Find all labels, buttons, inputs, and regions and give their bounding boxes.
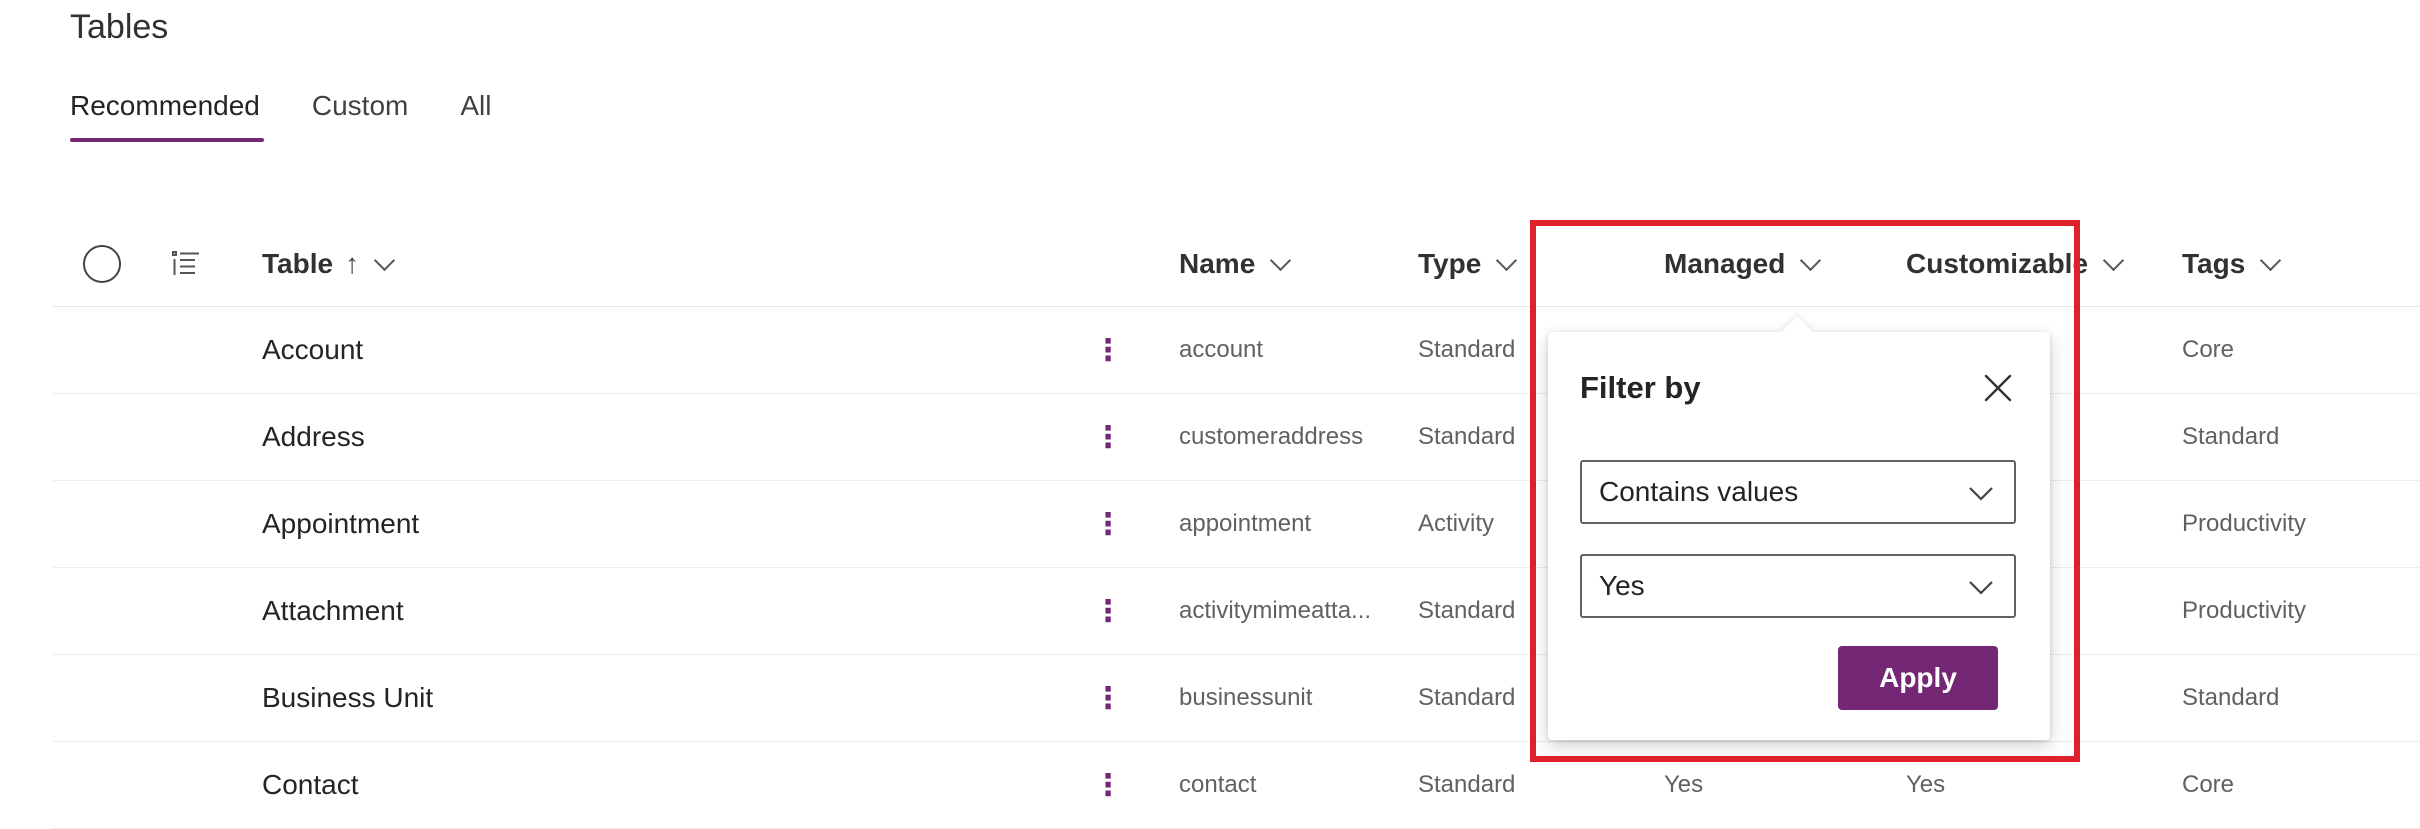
more-options-icon[interactable]: ⋮ [1093, 307, 1123, 393]
select-all-circle-icon [83, 245, 121, 283]
column-header-customizable-label: Customizable [1906, 248, 2089, 279]
column-header-table[interactable]: Table ↑ [262, 222, 396, 306]
column-header-tags[interactable]: Tags [2182, 222, 2282, 306]
column-header-managed[interactable]: Managed [1664, 222, 1822, 306]
tab-custom[interactable]: Custom [312, 90, 408, 142]
column-header-managed-label: Managed [1664, 248, 1786, 279]
table-row[interactable]: Account ⋮ account Standard Core [53, 307, 2420, 394]
table-type: Activity [1418, 510, 1495, 537]
chevron-down-icon [373, 249, 396, 271]
more-options-icon[interactable]: ⋮ [1093, 394, 1123, 480]
table-row[interactable]: Attachment ⋮ activitymimeatta... Standar… [53, 568, 2420, 655]
table-logical-name: account [1179, 336, 1264, 363]
more-options-icon[interactable]: ⋮ [1093, 481, 1123, 567]
more-options-icon[interactable]: ⋮ [1093, 742, 1123, 828]
filter-value-selected: Yes [1599, 570, 1645, 601]
table-display-name[interactable]: Business Unit [262, 655, 433, 741]
table-row[interactable]: Address ⋮ customeraddress Standard Stand… [53, 394, 2420, 481]
table-type: Standard [1418, 336, 1516, 363]
chevron-down-icon [1800, 249, 1822, 271]
chevron-down-icon [1270, 249, 1292, 271]
table-row[interactable]: Business Unit ⋮ businessunit Standard St… [53, 655, 2420, 742]
column-header-type-label: Type [1418, 248, 1482, 279]
table-tags: Standard [2182, 423, 2280, 450]
close-icon[interactable] [1980, 370, 2016, 406]
grid-header: Table ↑ Name Type Managed Customizable T… [53, 222, 2420, 307]
column-header-tags-label: Tags [2182, 248, 2246, 279]
table-display-name[interactable]: Address [262, 394, 365, 480]
column-header-customizable[interactable]: Customizable [1906, 222, 2125, 306]
table-tags: Standard [2182, 684, 2280, 711]
chevron-down-icon [2260, 249, 2282, 271]
table-type: Standard [1418, 423, 1516, 450]
table-display-name[interactable]: Account [262, 307, 363, 393]
table-logical-name: customeraddress [1179, 423, 1364, 450]
filter-value-dropdown[interactable]: Yes [1580, 554, 2016, 618]
column-options-button[interactable] [171, 222, 201, 306]
column-header-type[interactable]: Type [1418, 222, 1518, 306]
filter-operator-dropdown[interactable]: Contains values [1580, 460, 2016, 524]
apply-button[interactable]: Apply [1838, 646, 1998, 710]
tab-bar: Recommended Custom All [70, 90, 491, 142]
column-header-table-label: Table [262, 248, 334, 279]
filter-popup-title: Filter by [1580, 370, 1701, 405]
page-title: Tables [70, 8, 169, 46]
more-options-icon[interactable]: ⋮ [1093, 568, 1123, 654]
table-tags: Productivity [2182, 597, 2307, 624]
table-display-name[interactable]: Appointment [262, 481, 419, 567]
table-row[interactable]: Contact ⋮ contact Standard Yes Yes Core [53, 742, 2420, 829]
table-tags: Core [2182, 771, 2235, 798]
chevron-down-icon [1496, 249, 1518, 271]
column-header-name-label: Name [1179, 248, 1256, 279]
table-tags: Productivity [2182, 510, 2307, 537]
sort-ascending-icon: ↑ [345, 248, 360, 279]
list-icon [172, 251, 199, 275]
more-options-icon[interactable]: ⋮ [1093, 655, 1123, 741]
table-tags: Core [2182, 336, 2235, 363]
table-type: Standard [1418, 771, 1516, 798]
table-customizable: Yes [1906, 771, 1946, 798]
tab-recommended[interactable]: Recommended [70, 90, 264, 142]
chevron-down-icon [2102, 249, 2125, 271]
table-logical-name: contact [1179, 771, 1257, 798]
table-logical-name: appointment [1179, 510, 1312, 537]
table-display-name[interactable]: Attachment [262, 568, 404, 654]
table-type: Standard [1418, 597, 1516, 624]
table-logical-name: businessunit [1179, 684, 1313, 711]
table-managed: Yes [1664, 771, 1704, 798]
select-all-checkbox[interactable] [83, 222, 121, 306]
table-row[interactable]: Appointment ⋮ appointment Activity Produ… [53, 481, 2420, 568]
table-display-name[interactable]: Contact [262, 742, 359, 828]
table-type: Standard [1418, 684, 1516, 711]
column-header-name[interactable]: Name [1179, 222, 1292, 306]
chevron-down-icon [1969, 487, 1993, 501]
table-logical-name: activitymimeatta... [1179, 597, 1372, 624]
tables-grid: Table ↑ Name Type Managed Customizable T… [53, 222, 2420, 829]
tab-all[interactable]: All [460, 90, 491, 142]
filter-operator-value: Contains values [1599, 476, 1799, 507]
chevron-down-icon [1969, 581, 1993, 595]
filter-popup: Filter by Contains values Yes Apply [1548, 332, 2050, 740]
